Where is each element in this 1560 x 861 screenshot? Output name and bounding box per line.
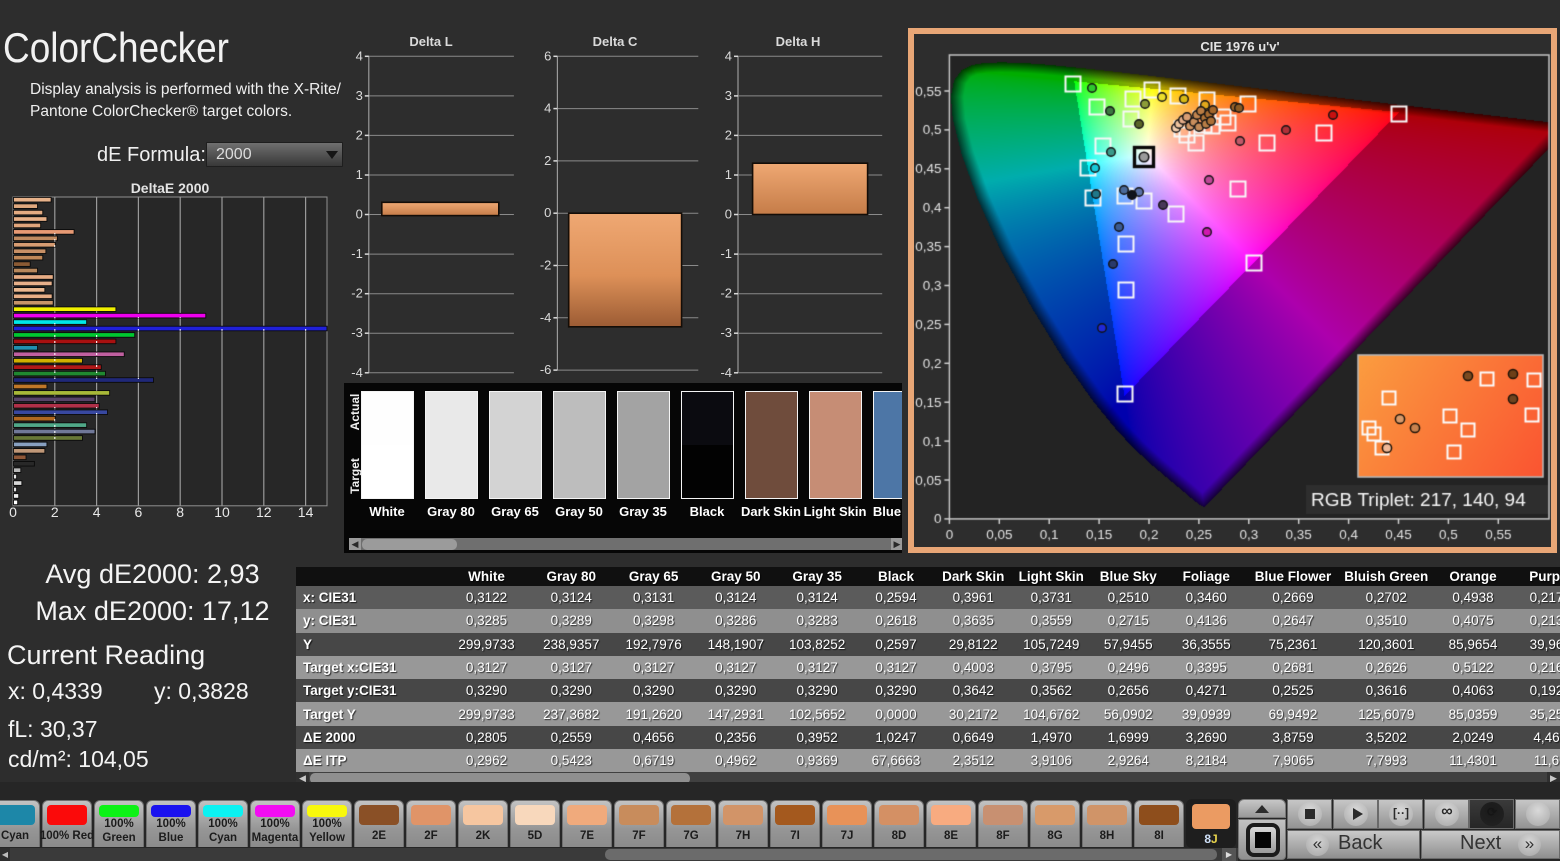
svg-text:0: 0 bbox=[356, 207, 363, 222]
svg-text:4: 4 bbox=[544, 101, 551, 116]
svg-text:0: 0 bbox=[544, 205, 551, 220]
svg-text:2: 2 bbox=[51, 504, 59, 520]
svg-text:3: 3 bbox=[356, 88, 363, 103]
svg-text:6: 6 bbox=[544, 48, 551, 63]
svg-text:-2: -2 bbox=[351, 286, 363, 301]
svg-text:14: 14 bbox=[298, 504, 314, 520]
svg-text:1: 1 bbox=[356, 167, 363, 182]
svg-text:-6: -6 bbox=[540, 362, 552, 377]
svg-text:3: 3 bbox=[725, 88, 732, 103]
svg-text:1: 1 bbox=[725, 167, 732, 182]
svg-text:10: 10 bbox=[214, 504, 230, 520]
svg-text:-4: -4 bbox=[540, 310, 552, 325]
svg-text:2: 2 bbox=[725, 127, 732, 142]
svg-text:-1: -1 bbox=[351, 246, 363, 261]
svg-text:2: 2 bbox=[356, 127, 363, 142]
svg-text:-4: -4 bbox=[720, 365, 732, 380]
svg-text:12: 12 bbox=[256, 504, 272, 520]
svg-text:-4: -4 bbox=[351, 365, 363, 380]
svg-text:-2: -2 bbox=[540, 258, 552, 273]
svg-text:4: 4 bbox=[356, 48, 363, 63]
svg-text:6: 6 bbox=[135, 504, 143, 520]
svg-text:-3: -3 bbox=[720, 325, 732, 340]
svg-text:Delta H: Delta H bbox=[776, 34, 821, 49]
svg-text:Delta C: Delta C bbox=[593, 34, 638, 49]
svg-text:2: 2 bbox=[544, 153, 551, 168]
svg-text:0: 0 bbox=[9, 504, 17, 520]
svg-text:4: 4 bbox=[93, 504, 101, 520]
svg-text:0: 0 bbox=[725, 207, 732, 222]
svg-text:-2: -2 bbox=[720, 286, 732, 301]
svg-text:4: 4 bbox=[725, 48, 732, 63]
svg-text:DeltaE 2000: DeltaE 2000 bbox=[131, 180, 210, 196]
svg-text:Delta L: Delta L bbox=[409, 34, 452, 49]
svg-text:8: 8 bbox=[176, 504, 184, 520]
svg-text:-3: -3 bbox=[351, 325, 363, 340]
svg-text:-1: -1 bbox=[720, 246, 732, 261]
